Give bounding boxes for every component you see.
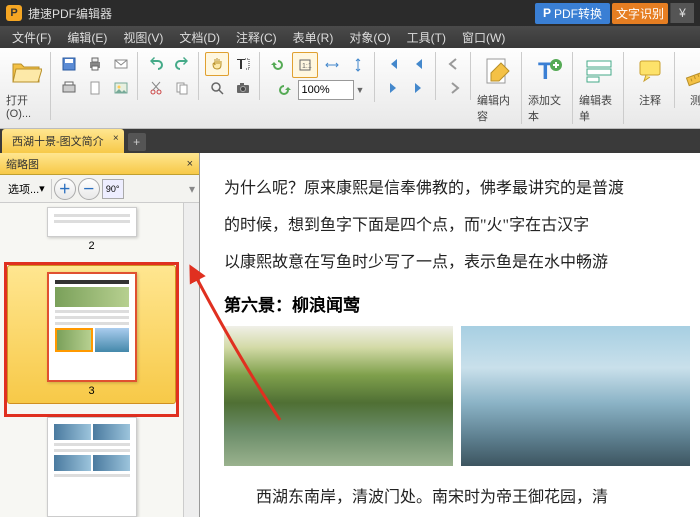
page-content: 为什么呢？原来康熙是信奉佛教的，佛孝最讲究的是普渡 的时候，想到鱼字下面是四个点…	[200, 153, 700, 517]
page-number: 2	[88, 240, 94, 252]
blank-icon[interactable]	[83, 76, 107, 100]
save-icon[interactable]	[57, 52, 81, 76]
panel-menu-icon[interactable]: ▾	[189, 182, 195, 196]
open-button[interactable]	[6, 52, 46, 90]
hand-tool-icon[interactable]	[205, 52, 229, 76]
back-icon[interactable]	[442, 52, 466, 76]
thumb-zoom-out-icon[interactable]: －	[78, 178, 100, 200]
body-text: 为什么呢？原来康熙是信奉佛教的，佛孝最讲究的是普渡	[224, 171, 690, 208]
svg-text:1:1: 1:1	[302, 63, 312, 70]
title-bar: P 捷速PDF编辑器 PPDF转换 文字识别 ¥	[0, 0, 700, 26]
thumbnail-options-button[interactable]: 选项...▾	[4, 179, 49, 199]
content-image-lake	[461, 326, 690, 466]
select-tool-icon[interactable]	[231, 52, 255, 76]
thumbnail-page-3-selected[interactable]: 3	[7, 265, 176, 404]
thumb-zoom-in-icon[interactable]: ＋	[54, 178, 76, 200]
menu-tools[interactable]: 工具(T)	[399, 27, 454, 48]
zoom-input[interactable]	[298, 80, 354, 100]
ocr-button[interactable]: 文字识别	[612, 3, 668, 24]
edit-content-label: 编辑内容	[477, 92, 517, 124]
cut-icon[interactable]	[144, 76, 168, 100]
heading: 第六景：柳浪闻莺	[224, 291, 690, 316]
rotate-cw-icon[interactable]	[272, 78, 296, 102]
menu-file[interactable]: 文件(F)	[4, 27, 59, 48]
measure-button[interactable]	[681, 52, 700, 90]
page-number: 3	[88, 385, 94, 397]
edit-content-button[interactable]	[477, 52, 517, 90]
thumbnail-page-4[interactable]: 4	[4, 417, 179, 517]
print-icon[interactable]	[83, 52, 107, 76]
menu-view[interactable]: 视图(V)	[115, 27, 171, 48]
rotate-ccw-icon[interactable]	[266, 53, 290, 77]
body-text: 的时候，想到鱼字下面是四个点，而"火"字在古汉字	[224, 208, 690, 245]
document-view[interactable]: 为什么呢？原来康熙是信奉佛教的，佛孝最讲究的是普渡 的时候，想到鱼字下面是四个点…	[200, 153, 700, 517]
last-page-icon[interactable]	[407, 76, 431, 100]
next-page-icon[interactable]	[381, 76, 405, 100]
forward-icon[interactable]	[442, 76, 466, 100]
edit-form-button[interactable]	[579, 52, 619, 90]
body-text: 西湖东南岸，清波门处。南宋时为帝王御花园，清	[224, 480, 690, 517]
menu-comment[interactable]: 注释(C)	[228, 27, 285, 48]
redo-icon[interactable]	[170, 52, 194, 76]
menu-window[interactable]: 窗口(W)	[454, 27, 513, 48]
undo-icon[interactable]	[144, 52, 168, 76]
actual-size-icon[interactable]: 1:1	[294, 54, 316, 76]
content-image-willows	[224, 326, 453, 466]
menu-document[interactable]: 文档(D)	[171, 27, 228, 48]
copy-icon[interactable]	[170, 76, 194, 100]
app-title: 捷速PDF编辑器	[28, 5, 112, 22]
annotate-label: 注释	[639, 92, 661, 108]
zoom-dropdown-icon[interactable]: ▼	[356, 85, 365, 95]
menu-edit[interactable]: 编辑(E)	[59, 27, 115, 48]
pdf-convert-button[interactable]: PPDF转换	[535, 3, 610, 24]
panel-close-icon[interactable]: ×	[187, 158, 193, 170]
camera-icon[interactable]	[231, 76, 255, 100]
currency-button[interactable]: ¥	[670, 3, 694, 23]
fit-page-icon[interactable]	[346, 53, 370, 77]
first-page-icon[interactable]	[381, 52, 405, 76]
prev-page-icon[interactable]	[407, 52, 431, 76]
open-label: 打开(O)...	[6, 92, 46, 120]
thumbnail-scrollbar[interactable]	[183, 203, 199, 517]
measure-label: 测量	[690, 92, 700, 108]
body-text: 以康熙故意在写鱼时少写了一点，表示鱼是在水中畅游	[224, 245, 690, 282]
tab-bar: 西湖十景-图文简介 × +	[0, 129, 700, 153]
annotate-button[interactable]	[630, 52, 670, 90]
toolbar: 打开(O)...	[0, 48, 700, 129]
svg-text:T: T	[538, 58, 553, 85]
scan-icon[interactable]	[57, 76, 81, 100]
thumbnails-title: 缩略图	[6, 156, 39, 172]
fit-width-icon[interactable]	[320, 53, 344, 77]
new-tab-button[interactable]: +	[128, 133, 146, 151]
tab-close-icon[interactable]: ×	[113, 133, 119, 144]
menu-bar: 文件(F) 编辑(E) 视图(V) 文档(D) 注释(C) 表单(R) 对象(O…	[0, 26, 700, 48]
menu-object[interactable]: 对象(O)	[341, 27, 398, 48]
email-icon[interactable]	[109, 52, 133, 76]
thumbnail-page-2[interactable]: 2	[4, 207, 179, 252]
add-text-button[interactable]: T	[528, 52, 568, 90]
image-icon[interactable]	[109, 76, 133, 100]
search-icon[interactable]	[205, 76, 229, 100]
tab-label: 西湖十景-图文简介	[12, 136, 104, 148]
edit-form-label: 编辑表单	[579, 92, 619, 124]
thumbnails-panel: 缩略图 × 选项...▾ ＋ － 90° ▾ 2	[0, 153, 200, 517]
menu-form[interactable]: 表单(R)	[285, 27, 342, 48]
thumb-rotate-button[interactable]: 90°	[102, 179, 124, 199]
add-text-label: 添加文本	[528, 92, 568, 124]
app-logo-icon: P	[6, 5, 22, 21]
thumbnails-header: 缩略图 ×	[0, 153, 199, 175]
document-tab[interactable]: 西湖十景-图文简介 ×	[2, 129, 124, 153]
